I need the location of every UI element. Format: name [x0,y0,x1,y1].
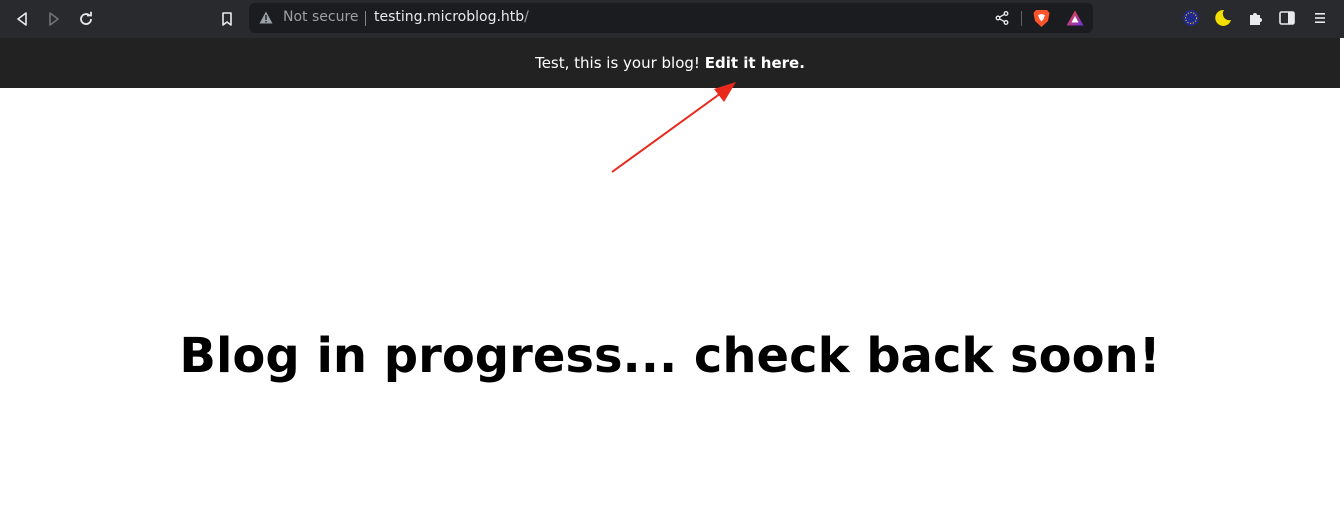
brave-shields-icon [1033,9,1049,27]
page-headline: Blog in progress... check back soon! [179,328,1161,384]
share-icon [995,11,1009,25]
reload-icon [80,11,92,25]
url-separator [365,11,366,26]
sidebar-icon [1279,11,1295,25]
banner-text: Test, this is your blog! [535,54,705,72]
brave-rewards-button[interactable] [1065,8,1085,28]
dark-mode-moon-icon [1215,9,1231,26]
back-icon [17,12,27,26]
url-path: / [524,9,529,25]
extensions-button[interactable] [1246,8,1266,28]
reload-button[interactable] [75,8,97,30]
security-label[interactable]: Not secure [283,9,359,25]
sidebar-button[interactable] [1277,8,1297,28]
address-bar[interactable]: Not secure testing.microblog.htb/ [249,3,1093,33]
warning-icon [259,11,273,24]
bookmark-button[interactable] [216,8,238,30]
edit-blog-link[interactable]: Edit it here. [705,54,805,72]
menu-button[interactable] [1310,8,1330,28]
share-button[interactable] [992,8,1012,28]
browser-toolbar: Not secure testing.microblog.htb/ [0,0,1344,38]
dark-mode-button[interactable] [1213,8,1233,28]
annotation-arrow [611,82,736,173]
url-right-separator [1021,11,1022,26]
bookmark-icon [222,12,232,26]
extension-globe-icon [1183,10,1199,26]
extensions-puzzle-icon [1250,13,1262,25]
back-button[interactable] [11,8,33,30]
url-text[interactable]: testing.microblog.htb/ [374,9,529,25]
forward-icon [49,12,59,26]
brave-shields-button[interactable] [1031,8,1051,28]
extension-globe-button[interactable] [1181,8,1201,28]
page-edge [1340,38,1344,531]
forward-button[interactable] [43,8,65,30]
brave-rewards-icon [1066,10,1084,26]
url-host: testing.microblog.htb [374,9,525,25]
menu-icon [1315,13,1325,23]
